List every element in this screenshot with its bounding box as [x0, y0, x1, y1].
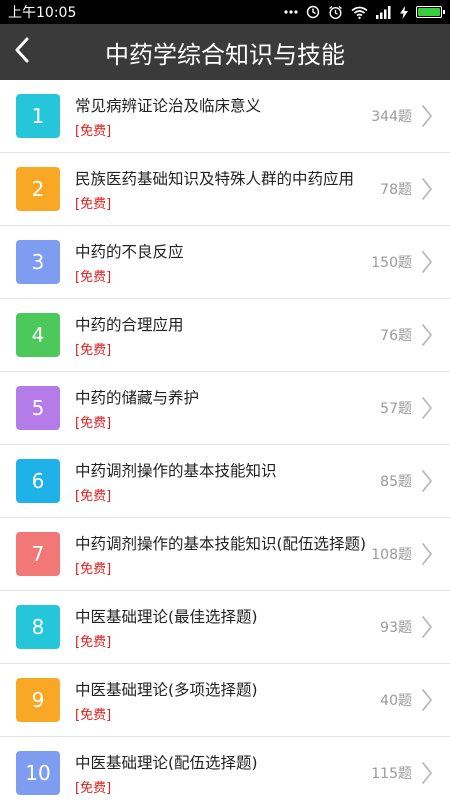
question-count: 108题 — [371, 547, 412, 563]
list-item[interactable]: 4 中药的合理应用 [免费] 76题 — [0, 299, 450, 372]
chapter-title: 中药调剂操作的基本技能知识(配伍选择题) — [75, 534, 366, 553]
list-item[interactable]: 8 中医基础理论(最佳选择题) [免费] 93题 — [0, 591, 450, 664]
chapter-number-badge: 6 — [16, 459, 60, 503]
chapter-number: 8 — [31, 615, 45, 639]
more-dots-icon — [284, 4, 298, 20]
chapter-number: 5 — [31, 396, 45, 420]
chapter-number: 2 — [31, 177, 45, 201]
chapter-number-badge: 2 — [16, 167, 60, 211]
chapter-number-badge: 5 — [16, 386, 60, 430]
chapter-number-badge: 9 — [16, 678, 60, 722]
chapter-number: 10 — [25, 761, 51, 785]
free-tag: [免费] — [75, 634, 112, 650]
item-text: 中药的储藏与养护 [免费] — [75, 386, 374, 431]
list-item[interactable]: 5 中药的储藏与养护 [免费] 57题 — [0, 372, 450, 445]
chapter-title: 中药调剂操作的基本技能知识 — [75, 461, 277, 480]
item-text: 中医基础理论(最佳选择题) [免费] — [75, 605, 374, 650]
chapter-number: 4 — [31, 323, 45, 347]
free-tag: [免费] — [75, 342, 112, 358]
list-item[interactable]: 1 常见病辨证论治及临床意义 [免费] 344题 — [0, 80, 450, 153]
item-text: 中药的合理应用 [免费] — [75, 313, 374, 358]
page-title: 中药学综合知识与技能 — [105, 40, 345, 69]
chapter-number: 1 — [31, 104, 45, 128]
battery-level — [418, 8, 440, 16]
item-text: 常见病辨证论治及临床意义 [免费] — [75, 94, 365, 139]
chapter-title: 常见病辨证论治及临床意义 — [75, 96, 262, 115]
free-tag: [免费] — [75, 488, 112, 504]
free-tag: [免费] — [75, 123, 112, 139]
chapter-title: 中医基础理论(最佳选择题) — [75, 607, 258, 626]
status-time: 上午10:05 — [8, 5, 77, 21]
chapter-number-badge: 8 — [16, 605, 60, 649]
chapter-number: 6 — [31, 469, 45, 493]
free-tag: [免费] — [75, 415, 112, 431]
item-text: 中医基础理论(多项选择题) [免费] — [75, 678, 374, 723]
back-button[interactable] — [0, 24, 44, 80]
chevron-right-icon — [418, 540, 436, 568]
chapter-title: 中医基础理论(配伍选择题) — [75, 753, 258, 772]
signal-icon — [376, 4, 392, 20]
chevron-right-icon — [418, 102, 436, 130]
free-tag: [免费] — [75, 561, 112, 577]
list-item[interactable]: 3 中药的不良反应 [免费] 150题 — [0, 226, 450, 299]
free-tag: [免费] — [75, 196, 112, 212]
question-count: 40题 — [380, 693, 412, 709]
item-text: 民族医药基础知识及特殊人群的中药应用 [免费] — [75, 167, 374, 212]
battery-icon — [416, 6, 445, 18]
nav-bar: 中药学综合知识与技能 — [0, 24, 450, 80]
item-text: 中药调剂操作的基本技能知识(配伍选择题) [免费] — [75, 532, 365, 577]
list-item[interactable]: 6 中药调剂操作的基本技能知识 [免费] 85题 — [0, 445, 450, 518]
chapter-number: 7 — [31, 542, 45, 566]
chapter-number-badge: 4 — [16, 313, 60, 357]
chevron-right-icon — [418, 394, 436, 422]
chevron-right-icon — [418, 613, 436, 641]
question-count: 344题 — [371, 109, 412, 125]
status-icons — [284, 4, 445, 20]
status-bar: 上午10:05 — [0, 0, 450, 24]
list-item[interactable]: 2 民族医药基础知识及特殊人群的中药应用 [免费] 78题 — [0, 153, 450, 226]
chapter-number: 3 — [31, 250, 45, 274]
chapter-title: 中药的不良反应 — [75, 242, 184, 261]
chapter-list: 1 常见病辨证论治及临床意义 [免费] 344题 2 民族医药基础知识及特殊人群… — [0, 80, 450, 800]
chapter-title: 中医基础理论(多项选择题) — [75, 680, 258, 699]
chevron-right-icon — [418, 175, 436, 203]
chapter-title: 中药的合理应用 — [75, 315, 184, 334]
question-count: 78题 — [380, 182, 412, 198]
back-arrow-icon — [14, 37, 30, 67]
charging-icon — [400, 4, 408, 20]
free-tag: [免费] — [75, 780, 112, 796]
free-tag: [免费] — [75, 269, 112, 285]
item-text: 中药的不良反应 [免费] — [75, 240, 365, 285]
chevron-right-icon — [418, 686, 436, 714]
chapter-number-badge: 3 — [16, 240, 60, 284]
sync-icon — [306, 4, 320, 20]
question-count: 85题 — [380, 474, 412, 490]
list-item[interactable]: 10 中医基础理论(配伍选择题) [免费] 115题 — [0, 737, 450, 800]
chapter-number-badge: 7 — [16, 532, 60, 576]
chapter-title: 中药的储藏与养护 — [75, 388, 200, 407]
chevron-right-icon — [418, 321, 436, 349]
question-count: 150题 — [371, 255, 412, 271]
chevron-right-icon — [418, 759, 436, 787]
item-text: 中医基础理论(配伍选择题) [免费] — [75, 751, 365, 796]
wifi-icon — [351, 4, 368, 20]
question-count: 76题 — [380, 328, 412, 344]
question-count: 115题 — [371, 766, 412, 782]
alarm-icon — [328, 4, 343, 20]
free-tag: [免费] — [75, 707, 112, 723]
chapter-number-badge: 10 — [16, 751, 60, 795]
question-count: 93题 — [380, 620, 412, 636]
question-count: 57题 — [380, 401, 412, 417]
item-text: 中药调剂操作的基本技能知识 [免费] — [75, 459, 374, 504]
chapter-number-badge: 1 — [16, 94, 60, 138]
chevron-right-icon — [418, 467, 436, 495]
chapter-number: 9 — [31, 688, 45, 712]
chevron-right-icon — [418, 248, 436, 276]
list-item[interactable]: 9 中医基础理论(多项选择题) [免费] 40题 — [0, 664, 450, 737]
chapter-title: 民族医药基础知识及特殊人群的中药应用 — [75, 169, 355, 188]
list-item[interactable]: 7 中药调剂操作的基本技能知识(配伍选择题) [免费] 108题 — [0, 518, 450, 591]
